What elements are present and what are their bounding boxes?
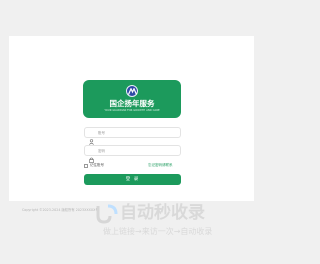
forgot-password-link[interactable]: 忘记密码请联系 — [148, 163, 173, 168]
username-input[interactable]: 账号 — [84, 127, 181, 145]
login-button[interactable]: 登 录 — [84, 174, 181, 185]
watermark-title: 自动秒收录 — [120, 203, 205, 223]
copyright-text: Copyright ©2023-2024 版权所有 2023XXXXX号 — [22, 208, 99, 212]
password-input[interactable]: 密码 — [84, 145, 181, 163]
brand-tagline: YOUR GUARDIAN FOR GROWTH AND CARE — [104, 109, 160, 112]
remember-label: 记住账号 — [90, 163, 104, 167]
password-placeholder: 密码 — [98, 148, 105, 153]
remember-checkbox[interactable] — [84, 164, 88, 168]
brand-banner: 国企扬年服务 YOUR GUARDIAN FOR GROWTH AND CARE — [83, 80, 181, 118]
logo-mark-icon — [126, 85, 138, 97]
watermark-slogan: 做上链接→来访一次→自动收录 — [103, 227, 213, 236]
watermark-logo-icon — [96, 204, 118, 224]
username-placeholder: 账号 — [98, 130, 105, 135]
brand-name: 国企扬年服务 — [109, 99, 155, 108]
